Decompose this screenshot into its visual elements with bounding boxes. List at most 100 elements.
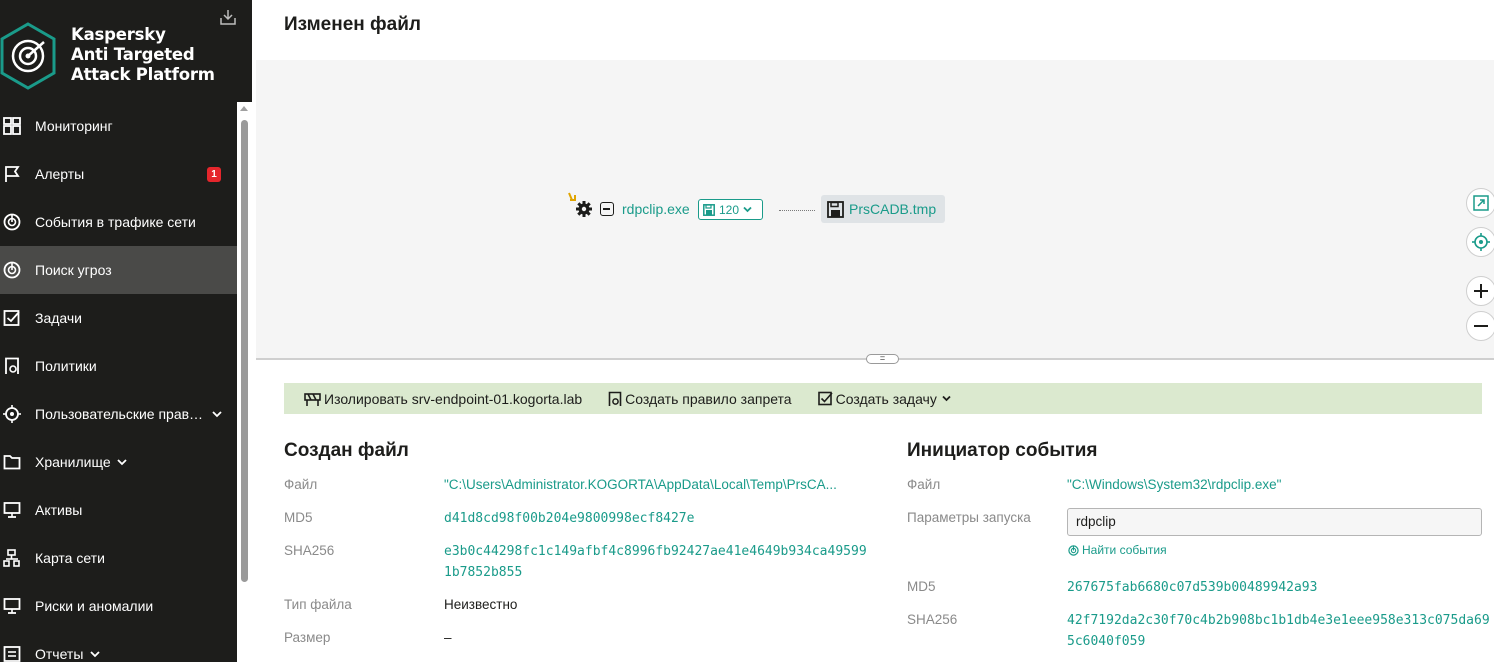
sidebar-item-policies[interactable]: Политики	[0, 342, 237, 390]
created-file-md5-link[interactable]: d41d8cd98f00b204e9800998ecf8427e	[444, 508, 864, 529]
barrier-icon	[304, 392, 321, 406]
brand-title: Kaspersky Anti Targeted Attack Platform	[71, 25, 215, 85]
chevron-down-icon	[90, 651, 100, 658]
reports-icon	[3, 646, 21, 662]
file-type-label: Тип файла	[284, 597, 352, 612]
created-file-md5-label: MD5	[284, 510, 313, 525]
chevron-down-icon	[117, 459, 127, 466]
sidebar-item-reports[interactable]: Отчеты	[0, 630, 237, 662]
alerts-count-badge: 1	[207, 167, 221, 182]
sidebar: Kaspersky Anti Targeted Attack Platform …	[0, 0, 252, 662]
save-file-icon	[703, 203, 715, 216]
chevron-down-icon	[942, 395, 951, 402]
created-file-path-label: Файл	[284, 477, 318, 492]
create-task-label: Создать задачу	[835, 390, 937, 407]
zoom-in-button[interactable]	[1466, 276, 1494, 306]
sidebar-item-network-map[interactable]: Карта сети	[0, 534, 237, 582]
policy-icon	[608, 391, 622, 406]
sidebar-item-label: Хранилище	[35, 454, 111, 470]
launch-params-label: Параметры запуска	[907, 510, 1031, 525]
scroll-up-arrow-icon[interactable]	[240, 106, 248, 111]
isolate-host-button[interactable]: Изолировать srv-endpoint-01.kogorta.lab	[304, 391, 582, 407]
file-size-value: –	[444, 630, 452, 645]
isolate-host-label: Изолировать srv-endpoint-01.kogorta.lab	[324, 390, 583, 407]
network-traffic-icon	[3, 213, 21, 231]
expand-graph-button[interactable]	[1466, 188, 1494, 218]
plus-icon	[1474, 284, 1488, 298]
download-icon[interactable]	[219, 8, 237, 26]
sidebar-item-alerts[interactable]: Алерты 1	[0, 150, 237, 198]
kaspersky-logo-icon	[0, 22, 56, 90]
create-task-dropdown[interactable]: Создать задачу	[817, 390, 954, 407]
sidebar-item-label: События в трафике сети	[35, 214, 196, 230]
initiator-md5-label: MD5	[907, 579, 936, 594]
initiator-md5-link[interactable]: 267675fab6680c07d539b00489942a93	[1067, 577, 1482, 598]
sidebar-nav: Мониторинг Алерты 1 События в трафике се…	[0, 102, 237, 662]
target-icon	[3, 405, 21, 423]
create-deny-rule-label: Создать правило запрета	[625, 390, 792, 407]
sidebar-item-risks[interactable]: Риски и аномалии	[0, 582, 237, 630]
collapse-node-button[interactable]	[600, 202, 614, 216]
initiator-sha256-link[interactable]: 42f7192da2c30f70c4b2b908bc1b1db4e3e1eee9…	[1067, 610, 1491, 652]
sidebar-item-label: Задачи	[35, 310, 83, 326]
sidebar-item-label: Алерты	[35, 166, 85, 182]
sidebar-item-storage[interactable]: Хранилище	[0, 438, 237, 486]
graph-edge	[779, 210, 815, 211]
created-file-path-link[interactable]: "C:\Users\Administrator.KOGORTA\AppData\…	[444, 477, 837, 492]
sidebar-item-label: Риски и аномалии	[35, 598, 154, 614]
dashboard-icon	[3, 117, 21, 135]
brand: Kaspersky Anti Targeted Attack Platform	[0, 0, 252, 100]
file-node[interactable]: PrsCADB.tmp	[821, 195, 945, 223]
brand-line-1: Kaspersky	[71, 25, 166, 44]
create-deny-rule-button[interactable]: Создать правило запрета	[608, 390, 792, 407]
file-size-label: Размер	[284, 630, 331, 645]
resize-handle[interactable]: =	[866, 354, 899, 364]
process-instances-count: 120	[719, 202, 740, 217]
save-file-icon	[827, 200, 844, 218]
sidebar-item-custom-rules[interactable]: Пользовательские прав…	[0, 390, 237, 438]
network-map-icon	[3, 549, 20, 567]
sidebar-item-label: Политики	[35, 358, 97, 374]
policy-icon	[5, 357, 19, 374]
created-file-title: Создан файл	[284, 440, 409, 461]
tasks-checkbox-icon	[817, 391, 833, 406]
sidebar-item-label: Поиск угроз	[35, 262, 112, 278]
monitor-icon	[3, 598, 21, 614]
expand-icon	[1473, 195, 1489, 211]
sidebar-scrollbar-thumb[interactable]	[241, 120, 248, 582]
initiator-file-link[interactable]: "C:\Windows\System32\rdpclip.exe"	[1067, 477, 1281, 492]
find-events-link[interactable]: Найти события	[1068, 543, 1167, 557]
file-type-value: Неизвестно	[444, 597, 518, 612]
monitor-icon	[3, 502, 21, 518]
zoom-out-button[interactable]	[1466, 311, 1494, 341]
sidebar-item-label: Пользовательские прав…	[35, 406, 204, 422]
gear-icon	[576, 201, 592, 217]
initiator-title: Инициатор события	[907, 440, 1098, 461]
sidebar-item-threat-hunting[interactable]: Поиск угроз	[0, 246, 237, 294]
threat-hunting-icon	[1068, 544, 1079, 556]
sidebar-item-assets[interactable]: Активы	[0, 486, 237, 534]
sidebar-item-label: Мониторинг	[35, 118, 113, 134]
launch-params-field[interactable]: rdpclip	[1067, 508, 1482, 536]
sidebar-item-label: Карта сети	[35, 550, 105, 566]
tasks-checkbox-icon	[3, 310, 20, 326]
center-graph-button[interactable]	[1466, 227, 1494, 257]
brand-line-2: Anti Targeted	[71, 45, 195, 64]
page-title: Изменен файл	[284, 14, 421, 35]
initiator-file-label: Файл	[907, 477, 941, 492]
initiator-sha256-label: SHA256	[907, 612, 958, 627]
sidebar-item-network-events[interactable]: События в трафике сети	[0, 198, 237, 246]
folder-icon	[3, 455, 21, 470]
file-node-label: PrsCADB.tmp	[849, 201, 937, 217]
minus-icon	[1474, 325, 1488, 327]
actions-toolbar: Изолировать srv-endpoint-01.kogorta.lab …	[284, 383, 1482, 414]
sidebar-item-monitoring[interactable]: Мониторинг	[0, 102, 237, 150]
created-file-sha256-link[interactable]: e3b0c44298fc1c149afbf4c8996fb92427ae41e4…	[444, 541, 868, 583]
main-content: Изменен файл = rdpclip.exe 120 PrsCADB.t…	[252, 0, 1494, 662]
brand-line-3: Attack Platform	[71, 65, 215, 84]
sidebar-item-label: Отчеты	[35, 646, 84, 662]
sidebar-item-tasks[interactable]: Задачи	[0, 294, 237, 342]
process-node-link[interactable]: rdpclip.exe	[622, 201, 690, 217]
threat-hunting-icon	[3, 261, 21, 279]
process-instances-select[interactable]: 120	[698, 199, 763, 220]
